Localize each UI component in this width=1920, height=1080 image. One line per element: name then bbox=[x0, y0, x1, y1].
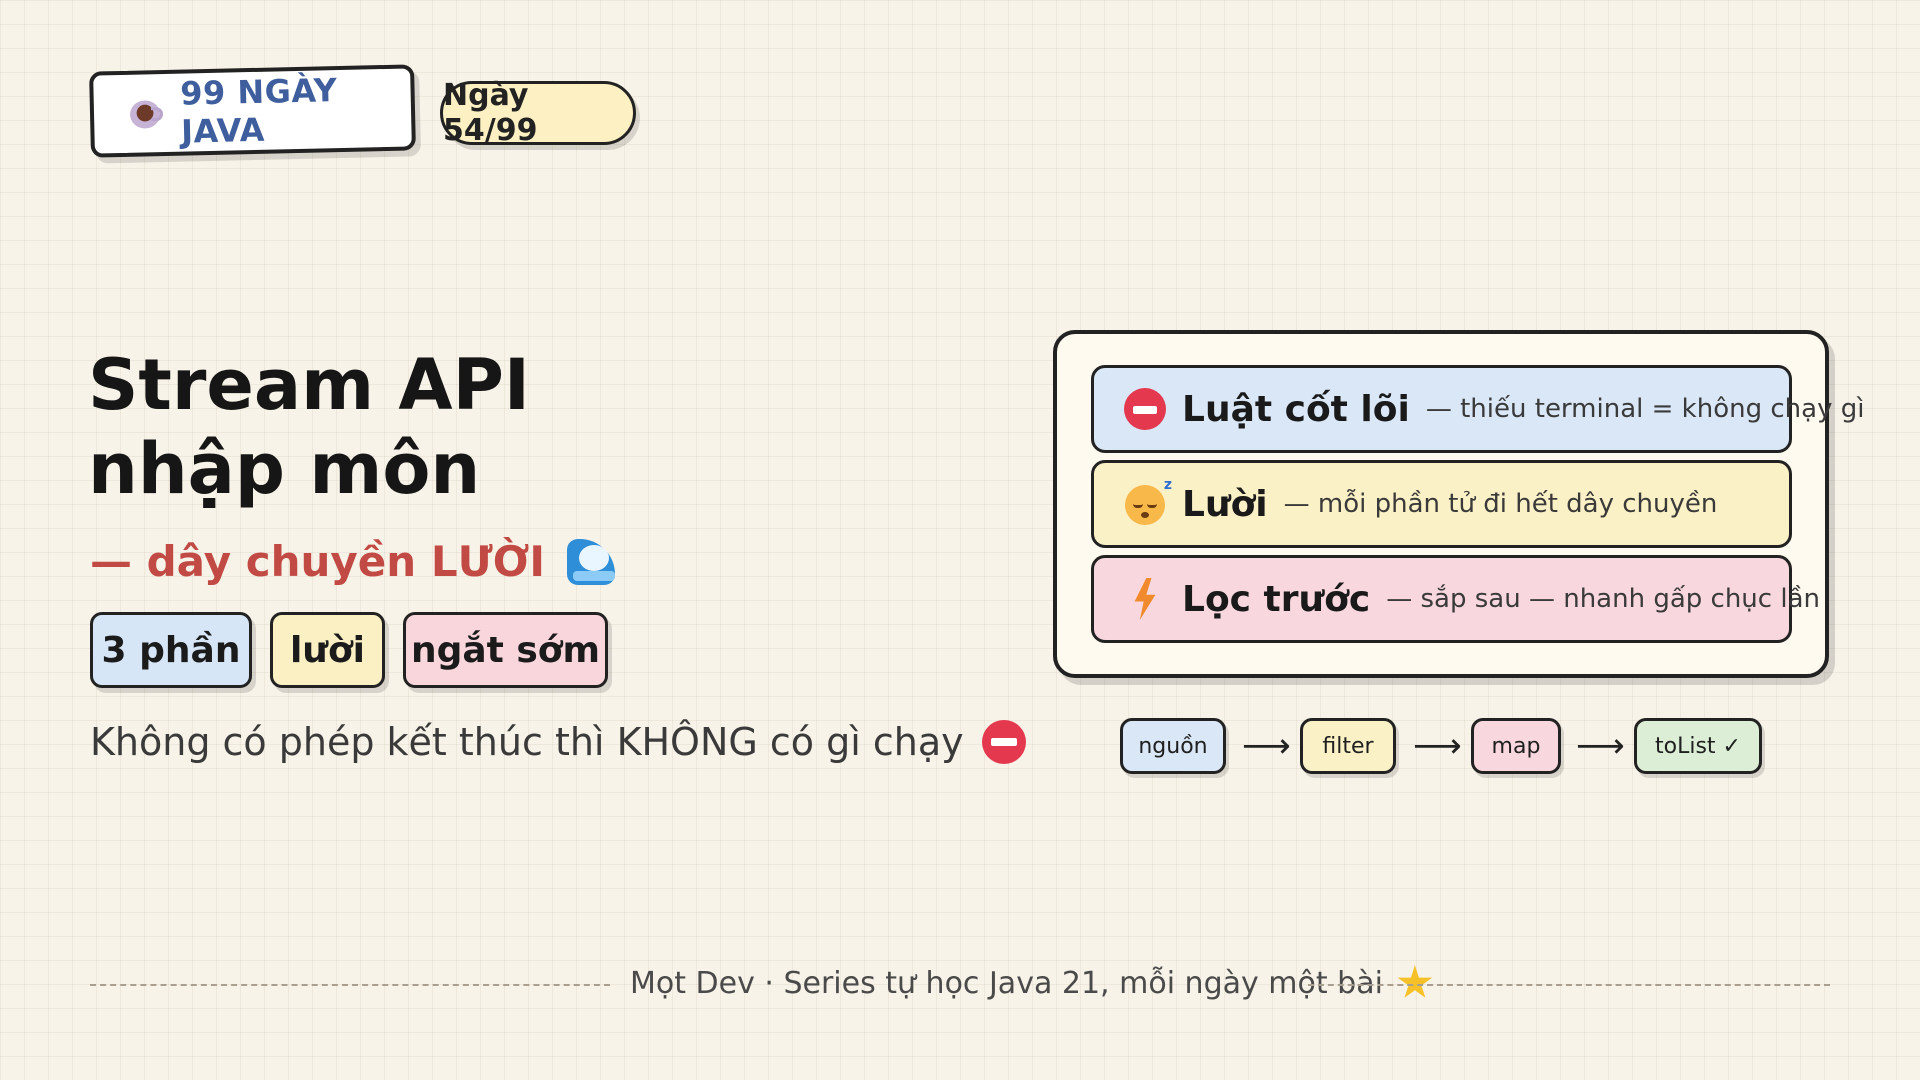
rule-row-core: Luật cốt lõi — thiếu terminal = không ch… bbox=[1091, 365, 1864, 453]
tag-three-parts: 3 phần bbox=[90, 612, 252, 688]
rule-title: Lọc trước bbox=[1182, 578, 1371, 620]
day-counter-badge: Ngày 54/99 bbox=[440, 78, 636, 148]
tag-lazy: lười bbox=[270, 612, 385, 688]
footer-text: Mọt Dev · Series tự học Java 21, mỗi ngà… bbox=[630, 965, 1383, 1001]
subtitle-text: — dây chuyền LƯỜI bbox=[90, 536, 545, 586]
rule-desc: — sắp sau — nhanh gấp chục lần bbox=[1386, 584, 1820, 614]
key-note-text: Không có phép kết thúc thì KHÔNG có gì c… bbox=[90, 720, 964, 764]
rule-desc: — thiếu terminal = không chạy gì bbox=[1425, 394, 1865, 424]
page-title-line2: nhập môn bbox=[88, 428, 481, 510]
rule-desc: — mỗi phần tử đi hết dây chuyền bbox=[1283, 489, 1718, 519]
footer: Mọt Dev · Series tự học Java 21, mỗi ngà… bbox=[630, 965, 1433, 1001]
tag-short-circuit: ngắt sớm bbox=[403, 612, 608, 688]
pipeline-step-source: nguồn bbox=[1120, 718, 1226, 774]
rule-row-filter-first: Lọc trước — sắp sau — nhanh gấp chục lần bbox=[1091, 555, 1820, 643]
series-badge: 99 NGÀY JAVA bbox=[89, 64, 416, 158]
arrow-right-icon: ⟶ bbox=[1413, 726, 1462, 766]
arrow-right-icon: ⟶ bbox=[1242, 726, 1291, 766]
pipeline-step-map: map bbox=[1471, 718, 1561, 774]
pipeline-step-tolist: toList ✓ bbox=[1634, 718, 1762, 774]
star-icon bbox=[1397, 965, 1433, 998]
key-note: Không có phép kết thúc thì KHÔNG có gì c… bbox=[90, 720, 1026, 764]
series-label: 99 NGÀY JAVA bbox=[179, 71, 338, 151]
coffee-cup-icon bbox=[128, 94, 164, 133]
pipeline-step-filter: filter bbox=[1300, 718, 1396, 774]
page-title-line1: Stream API bbox=[88, 344, 530, 426]
lightning-icon bbox=[1124, 578, 1166, 620]
rule-row-lazy: z Lười — mỗi phần tử đi hết dây chuyền bbox=[1091, 460, 1792, 548]
no-entry-icon bbox=[1124, 388, 1166, 430]
footer-divider-left bbox=[90, 984, 610, 986]
rule-title: Lười bbox=[1182, 483, 1268, 525]
arrow-right-icon: ⟶ bbox=[1576, 726, 1625, 766]
subtitle: — dây chuyền LƯỜI bbox=[90, 535, 617, 587]
sleepy-face-icon: z bbox=[1124, 477, 1172, 525]
no-entry-icon bbox=[981, 720, 1026, 764]
wave-icon bbox=[565, 535, 617, 587]
footer-divider-right bbox=[1308, 984, 1830, 986]
rule-title: Luật cốt lõi bbox=[1182, 388, 1410, 430]
